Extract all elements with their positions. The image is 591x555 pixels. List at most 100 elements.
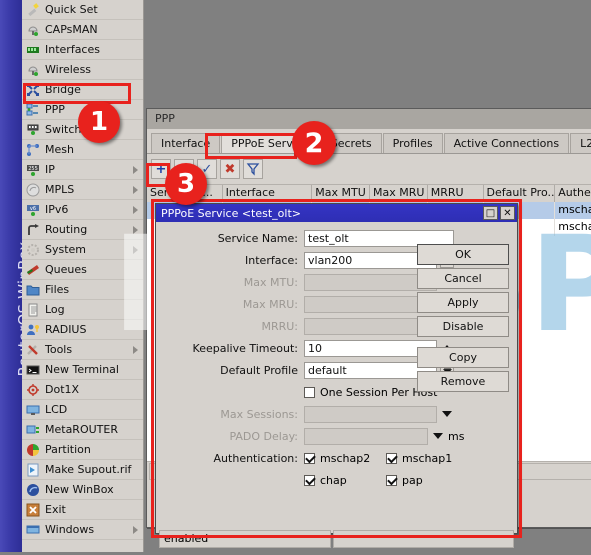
annotation-badge-3: 3 (165, 163, 207, 205)
chevron-down-icon[interactable] (433, 433, 443, 439)
sidebar-item-interfaces[interactable]: Interfaces (22, 40, 143, 60)
sidebar-item-label: Wireless (45, 63, 92, 76)
sidebar-item-routing[interactable]: Routing (22, 220, 143, 240)
winbox-left-rail: RouterOS WinBox (0, 0, 33, 552)
maximize-icon[interactable]: □ (483, 206, 498, 220)
tab-profiles[interactable]: Profiles (382, 133, 443, 153)
auth-option[interactable]: pap (386, 474, 466, 487)
sidebar-item-label: Dot1X (45, 383, 80, 396)
auth-option[interactable]: mschap2 (304, 452, 386, 465)
sidebar-item-dot1x[interactable]: Dot1X (22, 380, 143, 400)
auth-label: mschap2 (320, 451, 371, 465)
sidebar-item-quick-set[interactable]: Quick Set (22, 0, 143, 20)
close-icon[interactable]: ✕ (500, 206, 515, 220)
filter-button[interactable] (243, 159, 263, 179)
auth-option[interactable]: chap (304, 474, 386, 487)
windows-icon (26, 523, 40, 537)
column-header[interactable]: Max MTU (312, 185, 371, 202)
sidebar-item-label: Switch (45, 123, 82, 136)
partition-icon (26, 443, 40, 457)
field-label: Max MTU: (243, 275, 298, 289)
mpls-icon (26, 183, 40, 197)
annotation-badge-2: 2 (292, 121, 336, 165)
apply-button[interactable]: Apply (417, 292, 509, 313)
chevron-down-icon[interactable] (442, 411, 452, 417)
switch-icon (26, 123, 40, 137)
sidebar-item-bridge[interactable]: Bridge (22, 80, 143, 100)
ipv6-icon: v6 (26, 203, 40, 217)
dialog-title-bar[interactable]: PPPoE Service <test_olt> □ ✕ (156, 204, 517, 222)
one-session-per-host-checkbox[interactable] (304, 386, 315, 398)
system-icon (26, 243, 40, 257)
sidebar-item-files[interactable]: Files (22, 280, 143, 300)
auth-checkbox-mschap2[interactable] (304, 452, 315, 464)
sidebar-item-mpls[interactable]: MPLS (22, 180, 143, 200)
routing-icon (26, 223, 40, 237)
chevron-right-icon (133, 186, 138, 194)
sidebar-item-wireless[interactable]: Wireless (22, 60, 143, 80)
sidebar-item-new-winbox[interactable]: New WinBox (22, 480, 143, 500)
tab-interface[interactable]: Interface (151, 133, 221, 153)
sidebar-item-label: RADIUS (45, 323, 87, 336)
tab-active-connections[interactable]: Active Connections (443, 133, 570, 153)
disable-icon: ✖ (224, 161, 236, 177)
ppp-tab-bar[interactable]: Interface PPPoE Servers Secrets Profiles Act… (147, 129, 591, 154)
sidebar-item-label: IP (45, 163, 55, 176)
sidebar-item-mesh[interactable]: Mesh (22, 140, 143, 160)
sidebar-item-label: Partition (45, 443, 91, 456)
supout-icon (26, 463, 40, 477)
sidebar-item-radius[interactable]: RADIUS (22, 320, 143, 340)
ppp-table-header[interactable]: Service N...△InterfaceMax MTUMax MRUMRRU… (147, 184, 591, 202)
sidebar-item-log[interactable]: Log (22, 300, 143, 320)
disable-button[interactable]: Disable (417, 316, 509, 337)
ppp-toolbar[interactable]: +-✓✖ (147, 154, 591, 184)
sidebar-item-label: New Terminal (45, 363, 119, 376)
sidebar-item-tools[interactable]: Tools (22, 340, 143, 360)
tab-l2tp-secrets[interactable]: L2TP Secrets (570, 133, 591, 153)
sidebar-item-label: MetaROUTER (45, 423, 118, 436)
sidebar-item-label: New WinBox (45, 483, 114, 496)
column-header[interactable]: MRRU (428, 185, 484, 202)
sidebar-item-partition[interactable]: Partition (22, 440, 143, 460)
svg-text:255: 255 (28, 166, 38, 172)
sidebar-item-metarouter[interactable]: MetaROUTER (22, 420, 143, 440)
auth-checkbox-chap[interactable] (304, 474, 315, 486)
cancel-button[interactable]: Cancel (417, 268, 509, 289)
sidebar-item-system[interactable]: System (22, 240, 143, 260)
pppoe-service-dialog[interactable]: PPPoE Service <test_olt> □ ✕ Service Nam… (155, 203, 518, 548)
copy-button[interactable]: Copy (417, 347, 509, 368)
antenna-icon (26, 23, 40, 37)
sidebar-item-label: Routing (45, 223, 88, 236)
newwinbox-icon (26, 483, 40, 497)
sidebar-item-windows[interactable]: Windows (22, 520, 143, 540)
sidebar-item-label: PPP (45, 103, 65, 116)
dialog-button-column[interactable]: OK Cancel Apply Disable Copy Remove (417, 244, 509, 395)
disable-button[interactable]: ✖ (220, 159, 240, 179)
auth-checkbox-mschap1[interactable] (386, 452, 397, 464)
auth-option[interactable]: mschap1 (386, 452, 466, 465)
sidebar-item-ip[interactable]: 255 IP (22, 160, 143, 180)
authentication-row-1: Authentication: mschap2 mschap1 (156, 448, 517, 468)
auth-label: chap (320, 473, 347, 487)
sidebar-item-exit[interactable]: Exit (22, 500, 143, 520)
sidebar-item-new-terminal[interactable]: New Terminal (22, 360, 143, 380)
column-header[interactable]: Default Pro... (484, 185, 556, 202)
sidebar-item-make-supout-rif[interactable]: Make Supout.rif (22, 460, 143, 480)
sidebar-item-capsman[interactable]: CAPsMAN (22, 20, 143, 40)
main-menu-sidebar[interactable]: Quick Set CAPsMAN Interfaces Wireless Bridge… (22, 0, 144, 552)
svg-text:v6: v6 (30, 206, 36, 212)
remove-button[interactable]: Remove (417, 371, 509, 392)
sidebar-item-label: IPv6 (45, 203, 69, 216)
sidebar-item-label: Files (45, 283, 70, 296)
column-header[interactable]: Authent (555, 185, 591, 202)
auth-checkbox-pap[interactable] (386, 474, 397, 486)
sidebar-item-queues[interactable]: Queues (22, 260, 143, 280)
column-header[interactable]: Max MRU (370, 185, 428, 202)
column-header[interactable]: Interface (223, 185, 313, 202)
sidebar-item-label: Bridge (45, 83, 81, 96)
ok-button[interactable]: OK (417, 244, 509, 265)
sidebar-item-lcd[interactable]: LCD (22, 400, 143, 420)
sidebar-item-ipv6[interactable]: v6 IPv6 (22, 200, 143, 220)
max-sessions-input (304, 405, 437, 423)
interfaces-icon (26, 43, 40, 57)
